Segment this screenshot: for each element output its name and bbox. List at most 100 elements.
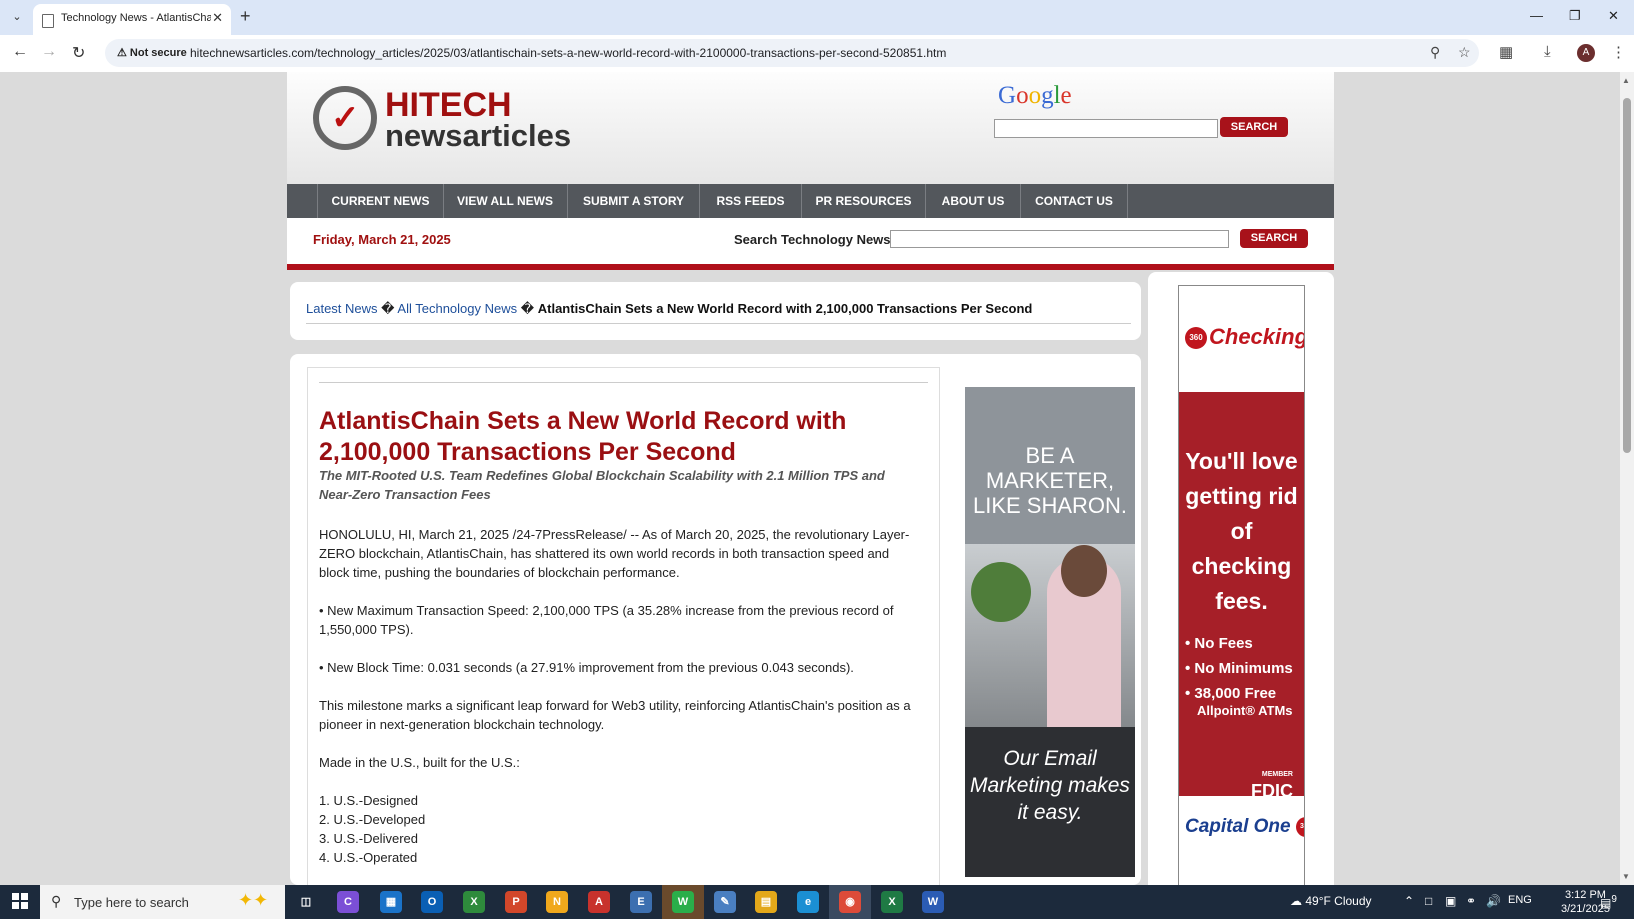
feather-app-icon[interactable]: ✎ (714, 891, 736, 913)
volume-icon[interactable]: 🔊 (1486, 894, 1501, 908)
breadcrumb-latest-news[interactable]: Latest News (306, 301, 378, 316)
breadcrumb-separator: � (381, 301, 395, 316)
capital-one-logo: Capital One 360 (1185, 816, 1304, 838)
sparkle-icon: ✦✦ (238, 890, 269, 910)
nav-rss-feeds[interactable]: RSS FEEDS (700, 184, 802, 218)
task-view-icon[interactable]: ◫ (295, 891, 317, 913)
page-scrollbar[interactable]: ▲ ▼ (1620, 72, 1634, 885)
nav-submit-story[interactable]: SUBMIT A STORY (568, 184, 700, 218)
news-search-input[interactable] (890, 230, 1229, 248)
minimize-icon[interactable]: — (1530, 8, 1543, 23)
nav-view-all-news[interactable]: VIEW ALL NEWS (443, 184, 568, 218)
page-favicon-icon (42, 14, 54, 28)
taskbar-search-box[interactable]: ⚲ Type here to search ✦✦ (40, 885, 285, 919)
close-window-icon[interactable]: ✕ (1608, 8, 1619, 24)
back-arrow-icon[interactable]: ← (12, 43, 28, 61)
logo-line2[interactable]: newsarticles (385, 118, 571, 154)
notification-icon[interactable]: ▤9 (1600, 894, 1617, 910)
spreadsheet-app-icon[interactable]: X (463, 891, 485, 913)
windows-taskbar: ⚲ Type here to search ✦✦ ◫ C ▦ O X P N A… (0, 885, 1634, 919)
new-tab-plus-icon[interactable]: + (240, 6, 251, 27)
nav-about-us[interactable]: ABOUT US (926, 184, 1021, 218)
breadcrumb-panel: Latest News � All Technology News � Atla… (290, 282, 1141, 340)
tab-list-chevron-icon[interactable]: ⌄ (6, 6, 28, 28)
article-box: AtlantisChain Sets a New World Record wi… (307, 367, 940, 885)
nav-current-news[interactable]: CURRENT NEWS (317, 184, 444, 218)
google-search-button[interactable]: SEARCH (1220, 117, 1288, 137)
taskbar-search-placeholder: Type here to search (74, 895, 189, 910)
tray-chevron-icon[interactable]: ⌃ (1404, 894, 1414, 908)
breadcrumb: Latest News � All Technology News � Atla… (306, 301, 1032, 317)
restore-icon[interactable]: ❐ (1569, 8, 1581, 24)
not-secure-label: Not secure (129, 47, 187, 59)
news-search-button[interactable]: SEARCH (1240, 229, 1308, 248)
browser-tab-bar: ⌄ Technology News - AtlantisChain ✕ + — … (0, 0, 1634, 35)
fdic-badge: MEMBER FDIC (1251, 767, 1293, 800)
file-explorer-icon[interactable]: ▤ (755, 891, 777, 913)
wifi-icon[interactable]: ⚭ (1466, 894, 1476, 908)
windows-start-icon[interactable] (12, 893, 28, 909)
extensions-puzzle-icon[interactable]: ▦ (1499, 43, 1513, 61)
browser-menu-icon[interactable]: ⋮ (1611, 43, 1626, 61)
tray-device-icon[interactable]: □ (1425, 894, 1432, 908)
editor-app-icon[interactable]: E (630, 891, 652, 913)
copilot-icon[interactable]: C (337, 891, 359, 913)
ad-headline: BE A MARKETER, LIKE SHARON. (972, 443, 1128, 518)
chrome-browser-icon[interactable]: ◉ (839, 891, 861, 913)
language-indicator[interactable]: ENG (1508, 894, 1532, 906)
ad-bullet-extra: Allpoint® ATMs (1197, 703, 1293, 718)
presentation-app-icon[interactable]: P (505, 891, 527, 913)
outlook-icon[interactable]: O (421, 891, 443, 913)
scrollbar-thumb[interactable] (1623, 98, 1631, 453)
breadcrumb-current: AtlantisChain Sets a New World Record wi… (537, 301, 1033, 316)
word-icon[interactable]: W (922, 891, 944, 913)
wechat-icon[interactable]: W (672, 891, 694, 913)
bank-ad[interactable]: 360 Checking You'll love getting rid of c… (1178, 285, 1305, 885)
forward-arrow-icon[interactable]: → (41, 43, 57, 61)
active-tab[interactable]: Technology News - AtlantisChain ✕ (33, 4, 231, 35)
bookmark-star-icon[interactable]: ☆ (1458, 44, 1471, 61)
360-badge-icon: 360 (1295, 816, 1304, 837)
breadcrumb-divider (306, 323, 1131, 324)
article-paragraph: • New Block Time: 0.031 seconds (a 27.91… (319, 660, 854, 675)
article-paragraph: Made in the U.S., built for the U.S.: (319, 755, 520, 770)
store-icon[interactable]: ▦ (380, 891, 402, 913)
article-subtitle: The MIT-Rooted U.S. Team Redefines Globa… (319, 468, 885, 502)
scroll-down-icon[interactable]: ▼ (1622, 872, 1630, 881)
ad-caption: Our Email Marketing makes it easy. (970, 747, 1130, 824)
ad-red-block: You'll love getting rid of checking fees… (1179, 392, 1304, 800)
person-head-image (1061, 545, 1107, 597)
pdf-app-icon[interactable]: A (588, 891, 610, 913)
ad-headline: You'll love getting rid of checking fees… (1185, 448, 1298, 614)
breadcrumb-all-tech-news[interactable]: All Technology News (397, 301, 517, 316)
list-item: 1. U.S.-Designed (319, 793, 418, 808)
nav-contact-us[interactable]: CONTACT US (1021, 184, 1128, 218)
page-viewport: ✓ HITECH newsarticles Google SEARCH CURR… (0, 72, 1620, 885)
article-paragraph: This milestone marks a significant leap … (319, 698, 911, 732)
sidebar-ad-panel: 360 Checking You'll love getting rid of c… (1148, 272, 1334, 885)
close-tab-icon[interactable]: ✕ (212, 10, 223, 26)
marketer-ad[interactable]: BE A MARKETER, LIKE SHARON. Our Email Ma… (965, 387, 1135, 877)
logo-check-icon: ✓ (331, 99, 360, 137)
current-date: Friday, March 21, 2025 (313, 232, 451, 247)
address-bar[interactable]: ⚠ Not secure hitechnewsarticles.com/tech… (105, 39, 1479, 67)
url-text[interactable]: hitechnewsarticles.com/technology_articl… (190, 46, 946, 60)
ad-bullet: • 38,000 Free (1185, 685, 1277, 702)
zoom-icon[interactable]: ⚲ (1430, 44, 1440, 61)
profile-avatar[interactable]: A (1577, 44, 1595, 62)
article-paragraph: • New Maximum Transaction Speed: 2,100,0… (319, 603, 894, 637)
article-title: AtlantisChain Sets a New World Record wi… (319, 407, 847, 466)
google-search-input[interactable] (994, 119, 1218, 138)
browser-toolbar: ← → ↻ ⚠ Not secure hitechnewsarticles.co… (0, 35, 1634, 72)
scroll-up-icon[interactable]: ▲ (1622, 76, 1630, 85)
nav-pr-resources[interactable]: PR RESOURCES (802, 184, 926, 218)
security-indicator[interactable]: ⚠ Not secure (111, 43, 193, 63)
tray-security-icon[interactable]: ▣ (1445, 894, 1456, 908)
download-icon[interactable]: ⤓ (1544, 43, 1551, 60)
edge-browser-icon[interactable]: e (797, 891, 819, 913)
reload-icon[interactable]: ↻ (72, 43, 85, 63)
notes-app-icon[interactable]: N (546, 891, 568, 913)
list-item: 4. U.S.-Operated (319, 850, 418, 865)
excel-icon[interactable]: X (881, 891, 903, 913)
weather-widget[interactable]: ☁ 49°F Cloudy (1290, 894, 1372, 908)
